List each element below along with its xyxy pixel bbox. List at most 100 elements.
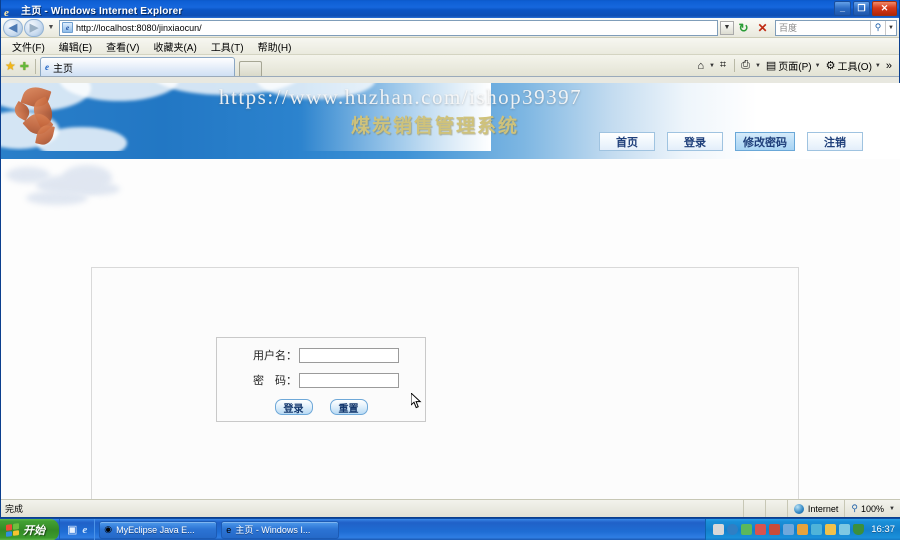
minimize-button[interactable]: _ xyxy=(834,1,851,16)
content-watermark xyxy=(6,165,136,220)
tray-app8-icon[interactable] xyxy=(839,524,851,535)
title-bar: e 主页 - Windows Internet Explorer _ ❐ ✕ xyxy=(1,0,899,19)
nav-logout[interactable]: 注销 xyxy=(807,132,863,151)
tray-app5-icon[interactable] xyxy=(797,524,809,535)
tray-app7-icon[interactable] xyxy=(825,524,837,535)
menu-edit[interactable]: 编辑(E) xyxy=(52,38,99,55)
page-favicon: e xyxy=(62,22,73,33)
stop-icon[interactable]: ✕ xyxy=(754,19,771,36)
security-zone-label: Internet xyxy=(807,503,839,514)
quick-launch-bar: ▣ e xyxy=(59,518,96,540)
add-favorite-icon[interactable]: ✚ xyxy=(20,60,29,73)
username-row: 用户名： xyxy=(245,347,425,363)
globe-icon xyxy=(793,503,804,514)
feeds-button[interactable]: ⌗ xyxy=(718,57,730,74)
show-desktop-icon[interactable]: ▣ xyxy=(67,523,77,536)
tab-home[interactable]: e 主页 xyxy=(39,57,235,76)
start-label: 开始 xyxy=(23,524,45,537)
tools-menu-button[interactable]: ⚙ 工具(O) ▼ xyxy=(824,57,883,74)
zoom-level: 100% xyxy=(861,503,885,514)
url-input[interactable]: e http://localhost:8080/jinxiaocun/ xyxy=(59,19,718,36)
chevron-down-icon: ▼ xyxy=(814,62,821,69)
system-tray: 16:37 xyxy=(705,518,900,540)
taskbar-item-myeclipse[interactable]: ◉ MyEclipse Java E... xyxy=(99,520,218,539)
tray-app1-icon[interactable] xyxy=(741,524,753,535)
toolbar-separator xyxy=(34,59,36,74)
internet-explorer-icon[interactable]: e xyxy=(82,524,87,536)
nav-login[interactable]: 登录 xyxy=(667,132,723,151)
restore-button[interactable]: ❐ xyxy=(853,1,870,16)
home-button[interactable]: ⌂ ▼ xyxy=(695,57,717,74)
tray-app2-icon[interactable] xyxy=(755,524,767,535)
menu-favorites[interactable]: 收藏夹(A) xyxy=(146,38,203,55)
forward-button[interactable]: ▶ xyxy=(24,18,44,37)
window-title: 主页 - Windows Internet Explorer xyxy=(21,5,183,17)
rss-icon: ⌗ xyxy=(719,59,727,71)
username-input[interactable] xyxy=(299,347,399,363)
taskbar-item-label: 主页 - Windows I... xyxy=(235,525,311,535)
new-tab-button[interactable] xyxy=(238,61,262,76)
overflow-button[interactable]: » xyxy=(884,57,896,74)
tab-label: 主页 xyxy=(52,63,73,75)
search-icon[interactable]: ⚲ xyxy=(870,20,885,35)
security-zone[interactable]: Internet xyxy=(786,500,845,517)
menu-help[interactable]: 帮助(H) xyxy=(251,38,299,55)
username-label: 用户名： xyxy=(253,350,297,362)
password-input[interactable] xyxy=(299,372,399,388)
url-dropdown-icon[interactable]: ▼ xyxy=(720,20,734,35)
windows-logo-icon xyxy=(6,522,19,537)
tray-app3-icon[interactable] xyxy=(769,524,781,535)
status-slot-2 xyxy=(764,500,787,517)
screen: e 主页 - Windows Internet Explorer _ ❐ ✕ ◀… xyxy=(0,0,900,540)
menu-file[interactable]: 文件(F) xyxy=(5,38,52,55)
tray-keyboard-icon[interactable] xyxy=(713,524,725,535)
clock[interactable]: 16:37 xyxy=(871,524,895,535)
page-viewport: https://www.huzhan.com/ishop39397 煤炭销售管理… xyxy=(1,83,900,499)
taskbar-item-label: MyEclipse Java E... xyxy=(116,524,195,535)
internet-explorer-icon: e xyxy=(4,6,9,19)
tray-app4-icon[interactable] xyxy=(783,524,795,535)
myeclipse-icon: ◉ xyxy=(104,524,113,534)
address-bar: ◀ ▶ ▼ e http://localhost:8080/jinxiaocun… xyxy=(1,18,899,38)
password-label: 密 码： xyxy=(253,375,297,387)
status-message: 完成 xyxy=(5,504,24,514)
zoom-control[interactable]: ⚲ 100% ▼ xyxy=(844,500,900,517)
login-reset-button[interactable]: 重置 xyxy=(329,399,368,415)
menu-bar: 文件(F) 编辑(E) 查看(V) 收藏夹(A) 工具(T) 帮助(H) xyxy=(1,38,899,55)
tray-shield-icon[interactable] xyxy=(853,524,865,535)
tray-app6-icon[interactable] xyxy=(811,524,823,535)
start-button[interactable]: 开始 xyxy=(0,518,59,540)
site-banner: https://www.huzhan.com/ishop39397 煤炭销售管理… xyxy=(1,83,900,159)
site-navigation: 首页 登录 修改密码 注销 xyxy=(599,132,863,151)
page-content: 用户名： 密 码： 登录 重置 xyxy=(1,159,900,499)
page-menu-button[interactable]: ▤ 页面(P) ▼ xyxy=(764,57,823,74)
gear-icon: ⚙ xyxy=(825,60,836,72)
internet-explorer-icon: e xyxy=(226,524,232,535)
internet-explorer-icon: e xyxy=(44,62,49,72)
menu-view[interactable]: 查看(V) xyxy=(99,38,146,55)
refresh-icon[interactable]: ↻ xyxy=(735,19,752,36)
search-placeholder: 百度 xyxy=(779,23,798,33)
page-menu-label: 页面(P) xyxy=(778,62,812,73)
login-form: 用户名： 密 码： 登录 重置 xyxy=(216,337,426,422)
command-bar: ⌂ ▼ ⌗ ⎙ ▼ ▤ 页面(P) ▼ ⚙ 工具(O) ▼ » xyxy=(695,57,896,74)
print-button[interactable]: ⎙ ▼ xyxy=(739,57,763,74)
nav-home[interactable]: 首页 xyxy=(599,132,655,151)
close-button[interactable]: ✕ xyxy=(872,1,897,16)
search-provider-caret[interactable]: ▼ xyxy=(885,20,896,35)
favorites-star-icon[interactable]: ★ xyxy=(5,59,16,73)
page-icon: ▤ xyxy=(765,60,777,72)
page-title: 煤炭销售管理系统 xyxy=(351,116,520,137)
status-bar: 完成 Internet ⚲ 100% ▼ xyxy=(1,499,900,517)
history-dropdown-icon[interactable]: ▼ xyxy=(46,24,56,31)
search-input[interactable]: 百度 ⚲ ▼ xyxy=(775,19,897,36)
taskbar-item-browser[interactable]: e 主页 - Windows I... xyxy=(221,520,340,539)
chevron-double-icon: » xyxy=(885,59,892,72)
nav-change-password[interactable]: 修改密码 xyxy=(735,132,795,151)
content-panel xyxy=(91,267,799,499)
login-submit-button[interactable]: 登录 xyxy=(274,399,313,415)
back-button[interactable]: ◀ xyxy=(3,18,23,37)
tray-chevron-icon[interactable] xyxy=(727,524,739,535)
command-separator xyxy=(734,59,736,72)
menu-tools[interactable]: 工具(T) xyxy=(204,38,251,55)
